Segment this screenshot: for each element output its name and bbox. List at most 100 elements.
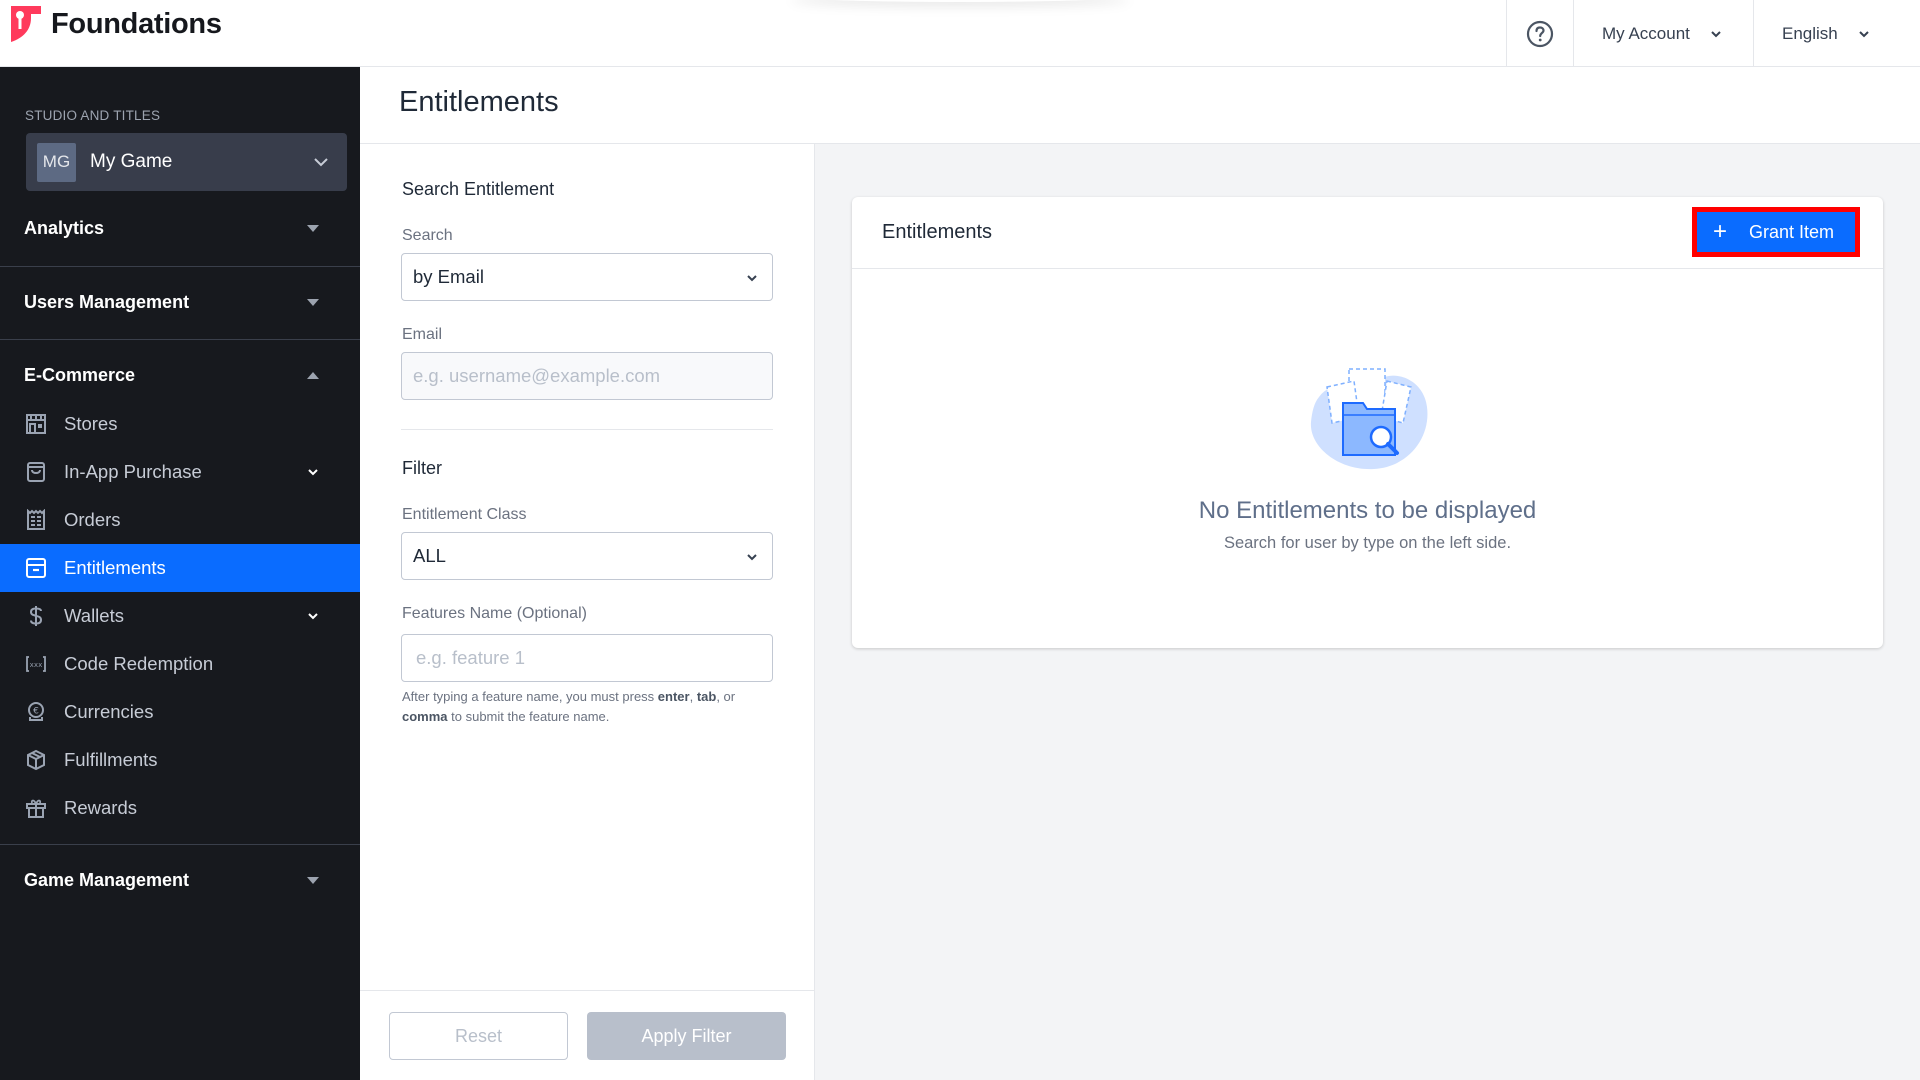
sidebar-item-rewards[interactable]: Rewards — [0, 784, 360, 832]
search-entitlement-heading: Search Entitlement — [402, 179, 555, 199]
foundations-logo-icon — [11, 6, 41, 42]
features-hint: After typing a feature name, you must pr… — [402, 687, 782, 727]
entitlement-class-select[interactable]: ALL — [401, 532, 773, 580]
entitlements-card: Entitlements + Grant Item No Entitlement… — [852, 197, 1883, 648]
hint-key-enter: enter — [657, 689, 690, 704]
caret-up-icon — [307, 371, 319, 379]
grant-item-label: Grant Item — [1749, 221, 1835, 242]
hint-key-tab: tab — [696, 689, 717, 704]
store-icon — [25, 412, 47, 436]
filter-divider — [401, 429, 773, 430]
question-circle-icon — [1526, 20, 1554, 47]
chevron-down-icon — [308, 469, 318, 476]
search-type-value: by Email — [413, 266, 484, 287]
chevron-down-icon — [1859, 30, 1869, 37]
studio-section-label: STUDIO AND TITLES — [25, 108, 161, 123]
sidebar-section-users-management[interactable]: Users Management — [0, 266, 360, 338]
nav-label: In-App Purchase — [64, 461, 202, 482]
chevron-down-icon — [747, 275, 757, 282]
entitlement-class-value: ALL — [413, 545, 446, 566]
section-label: Game Management — [24, 869, 190, 890]
empty-state-title: No Entitlements to be displayed — [1198, 497, 1537, 524]
reset-button[interactable]: Reset — [389, 1012, 568, 1060]
section-label: E-Commerce — [24, 364, 136, 385]
nav-label: Currencies — [64, 701, 154, 722]
svg-text:xxx: xxx — [30, 661, 43, 669]
nav-label: Code Redemption — [64, 653, 214, 674]
grant-item-button[interactable]: + Grant Item — [1697, 212, 1855, 252]
sidebar-section-analytics[interactable]: Analytics — [0, 192, 360, 264]
sidebar-item-fulfillments[interactable]: Fulfillments — [0, 736, 360, 784]
hint-text: to submit the feature name. — [447, 709, 610, 724]
sidebar-section-game-management[interactable]: Game Management — [0, 844, 360, 916]
filter-footer: Reset Apply Filter — [360, 990, 814, 1080]
search-type-select[interactable]: by Email — [401, 253, 773, 301]
package-icon — [25, 748, 47, 772]
page-title-bar: Entitlements — [360, 67, 1920, 144]
hint-text: After typing a feature name, you must pr… — [402, 689, 658, 704]
caret-down-icon — [307, 298, 319, 306]
hint-text: , or — [716, 689, 736, 704]
entitlement-class-label: Entitlement Class — [402, 506, 527, 523]
chevron-down-icon — [747, 554, 757, 561]
gift-icon — [25, 796, 47, 820]
my-account-dropdown[interactable]: My Account — [1573, 0, 1753, 67]
chevron-down-icon — [314, 158, 328, 167]
apply-filter-button[interactable]: Apply Filter — [587, 1012, 786, 1060]
email-input[interactable] — [401, 352, 773, 400]
empty-folder-search-icon — [1310, 368, 1428, 470]
top-right-menu: My Account English — [1506, 0, 1920, 67]
receipt-icon — [25, 508, 47, 532]
features-name-input[interactable] — [401, 634, 773, 682]
sidebar-item-stores[interactable]: Stores — [0, 400, 360, 448]
features-name-label: Features Name (Optional) — [402, 605, 587, 622]
sidebar-item-in-app-purchase[interactable]: In-App Purchase — [0, 448, 360, 496]
nav-label: Stores — [64, 413, 118, 434]
language-label: English — [1782, 23, 1838, 43]
sidebar-item-currencies[interactable]: € Currencies — [0, 688, 360, 736]
card-header: Entitlements + Grant Item — [852, 197, 1883, 269]
top-header: Foundations My Account English — [0, 0, 1920, 67]
sidebar-item-orders[interactable]: Orders — [0, 496, 360, 544]
studio-selector[interactable]: MG My Game — [26, 133, 347, 191]
archive-box-icon — [25, 556, 47, 580]
hint-text: , — [689, 689, 697, 704]
code-brackets-icon: xxx — [25, 652, 47, 676]
currency-icon: € — [25, 700, 47, 724]
help-button[interactable] — [1506, 0, 1573, 67]
sidebar: STUDIO AND TITLES MG My Game Analytics U… — [0, 67, 360, 1080]
my-account-label: My Account — [1602, 23, 1690, 43]
shopping-bag-icon — [25, 460, 47, 484]
studio-name: My Game — [90, 151, 173, 172]
empty-state-subtitle: Search for user by type on the left side… — [1223, 534, 1512, 552]
grant-item-highlight: + Grant Item — [1692, 207, 1860, 257]
section-label: Analytics — [24, 217, 105, 238]
chevron-down-icon — [1711, 30, 1721, 37]
search-type-label: Search — [402, 227, 453, 244]
page-title: Entitlements — [399, 86, 559, 118]
sidebar-item-wallets[interactable]: Wallets — [0, 592, 360, 640]
top-shadow-decoration — [790, 0, 1130, 2]
sidebar-item-entitlements[interactable]: Entitlements — [0, 544, 360, 592]
nav-label: Fulfillments — [64, 749, 158, 770]
section-label: Users Management — [24, 291, 190, 312]
svg-text:€: € — [33, 707, 39, 717]
chevron-down-icon — [308, 613, 318, 620]
email-label: Email — [402, 326, 443, 343]
plus-icon: + — [1713, 218, 1728, 245]
caret-down-icon — [307, 876, 319, 884]
sidebar-item-code-redemption[interactable]: xxx Code Redemption — [0, 640, 360, 688]
nav-label: Wallets — [64, 605, 124, 626]
brand-name: Foundations — [51, 7, 222, 40]
nav-label: Orders — [64, 509, 121, 530]
dollar-icon — [25, 604, 47, 628]
caret-down-icon — [307, 224, 319, 232]
filter-panel: Search Entitlement Search by Email Email… — [360, 144, 815, 1080]
nav-label: Entitlements — [64, 557, 166, 578]
filter-heading: Filter — [402, 458, 442, 478]
language-dropdown[interactable]: English — [1753, 0, 1920, 67]
nav-label: Rewards — [64, 797, 137, 818]
hint-key-comma: comma — [402, 709, 448, 724]
brand-logo[interactable]: Foundations — [11, 6, 222, 42]
card-title: Entitlements — [882, 221, 993, 243]
